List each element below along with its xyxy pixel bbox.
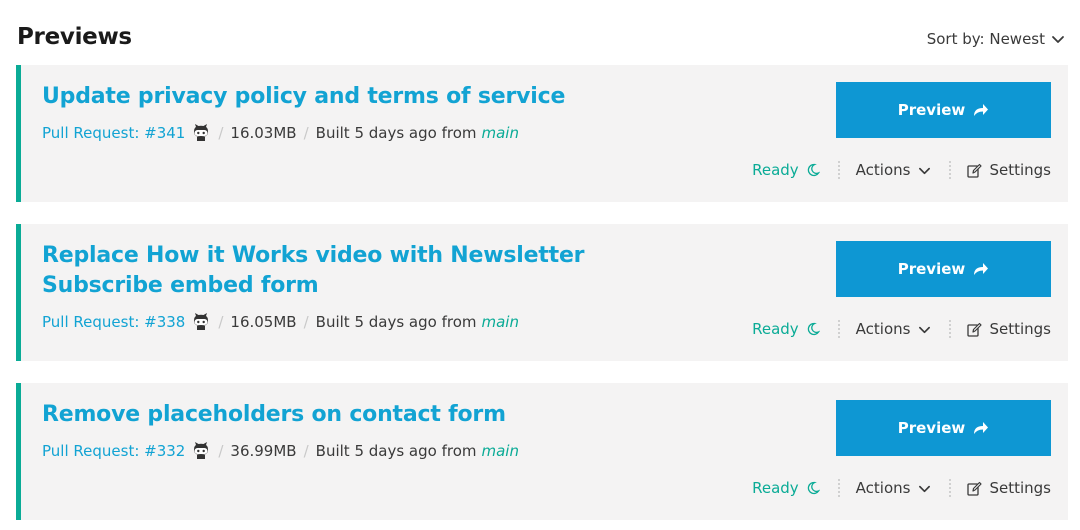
settings-label: Settings bbox=[989, 479, 1051, 497]
github-icon[interactable] bbox=[191, 312, 211, 332]
settings-link[interactable]: Settings bbox=[967, 161, 1051, 179]
preview-title[interactable]: Replace How it Works video with Newslett… bbox=[42, 241, 682, 301]
pull-request-link[interactable]: Pull Request: #341 bbox=[42, 124, 185, 142]
built-text: Built 5 days ago from bbox=[315, 442, 477, 460]
status-label: Ready bbox=[752, 161, 799, 179]
moon-icon bbox=[807, 163, 820, 177]
build-size: 36.99MB bbox=[230, 442, 297, 460]
github-icon[interactable] bbox=[191, 123, 211, 143]
meta-divider: / bbox=[303, 442, 309, 460]
page-header: Previews Sort by: Newest bbox=[17, 22, 1065, 56]
settings-link[interactable]: Settings bbox=[967, 320, 1051, 338]
status-ready: Ready bbox=[752, 320, 820, 338]
actions-dropdown[interactable]: Actions bbox=[856, 320, 932, 338]
share-arrow-icon bbox=[974, 422, 989, 434]
moon-icon bbox=[807, 322, 820, 336]
preview-title[interactable]: Update privacy policy and terms of servi… bbox=[42, 82, 682, 112]
branch-link[interactable]: main bbox=[482, 313, 519, 331]
chevron-down-icon bbox=[919, 167, 931, 174]
settings-label: Settings bbox=[989, 161, 1051, 179]
preview-button[interactable]: Preview bbox=[836, 400, 1051, 456]
status-row: Ready Actions Settings bbox=[752, 476, 1051, 500]
preview-meta: Pull Request: #332 / 36.99MB / Built 5 d… bbox=[42, 441, 519, 461]
meta-divider: / bbox=[218, 124, 224, 142]
divider bbox=[837, 479, 840, 497]
sort-dropdown[interactable]: Sort by: Newest bbox=[927, 30, 1065, 48]
chevron-down-icon bbox=[919, 326, 931, 333]
preview-card: Replace How it Works video with Newslett… bbox=[16, 224, 1068, 361]
actions-dropdown[interactable]: Actions bbox=[856, 479, 932, 497]
chevron-down-icon bbox=[1052, 36, 1064, 43]
settings-label: Settings bbox=[989, 320, 1051, 338]
built-text: Built 5 days ago from bbox=[315, 313, 477, 331]
share-arrow-icon bbox=[974, 263, 989, 275]
actions-label: Actions bbox=[855, 320, 911, 338]
divider bbox=[837, 161, 840, 179]
share-arrow-icon bbox=[974, 104, 989, 116]
status-row: Ready Actions Settings bbox=[752, 317, 1051, 341]
preview-title[interactable]: Remove placeholders on contact form bbox=[42, 400, 682, 430]
preview-card: Update privacy policy and terms of servi… bbox=[16, 65, 1068, 202]
preview-card: Remove placeholders on contact form Pull… bbox=[16, 383, 1068, 520]
github-icon[interactable] bbox=[191, 441, 211, 461]
status-ready: Ready bbox=[752, 161, 820, 179]
preview-button[interactable]: Preview bbox=[836, 241, 1051, 297]
preview-button-label: Preview bbox=[897, 419, 966, 437]
build-size: 16.05MB bbox=[230, 313, 297, 331]
sort-label: Sort by: Newest bbox=[926, 30, 1045, 48]
pull-request-link[interactable]: Pull Request: #338 bbox=[42, 313, 185, 331]
status-ready: Ready bbox=[752, 479, 820, 497]
page-title: Previews bbox=[17, 24, 132, 50]
preview-button[interactable]: Preview bbox=[836, 82, 1051, 138]
preview-meta: Pull Request: #341 / 16.03MB / Built 5 d… bbox=[42, 123, 519, 143]
pull-request-link[interactable]: Pull Request: #332 bbox=[42, 442, 185, 460]
meta-divider: / bbox=[303, 313, 309, 331]
preview-meta: Pull Request: #338 / 16.05MB / Built 5 d… bbox=[42, 312, 519, 332]
actions-dropdown[interactable]: Actions bbox=[856, 161, 932, 179]
meta-divider: / bbox=[303, 124, 309, 142]
built-text: Built 5 days ago from bbox=[315, 124, 477, 142]
divider bbox=[949, 479, 952, 497]
actions-label: Actions bbox=[855, 161, 911, 179]
status-label: Ready bbox=[752, 479, 799, 497]
divider bbox=[949, 161, 952, 179]
settings-link[interactable]: Settings bbox=[967, 479, 1051, 497]
branch-link[interactable]: main bbox=[482, 124, 519, 142]
edit-icon bbox=[967, 322, 983, 337]
divider bbox=[837, 320, 840, 338]
moon-icon bbox=[807, 481, 820, 495]
divider bbox=[949, 320, 952, 338]
build-size: 16.03MB bbox=[230, 124, 297, 142]
meta-divider: / bbox=[218, 442, 224, 460]
preview-button-label: Preview bbox=[897, 101, 966, 119]
edit-icon bbox=[967, 163, 983, 178]
actions-label: Actions bbox=[855, 479, 911, 497]
branch-link[interactable]: main bbox=[482, 442, 519, 460]
status-row: Ready Actions Settings bbox=[752, 158, 1051, 182]
status-label: Ready bbox=[752, 320, 799, 338]
preview-button-label: Preview bbox=[897, 260, 966, 278]
edit-icon bbox=[967, 481, 983, 496]
meta-divider: / bbox=[218, 313, 224, 331]
chevron-down-icon bbox=[919, 485, 931, 492]
